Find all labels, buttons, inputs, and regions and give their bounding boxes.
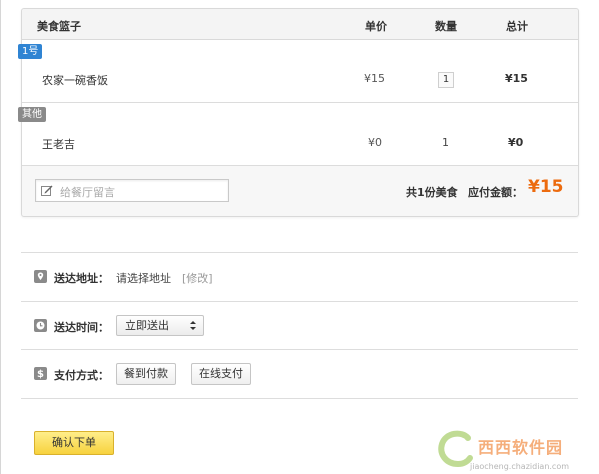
edit-address-link[interactable]: [修改] [182, 270, 213, 286]
dish-price: ¥0 [368, 136, 382, 149]
payment-method-label: 支付方式： [54, 369, 109, 382]
group-tag-1: 1号 [18, 44, 43, 59]
dish-price: ¥15 [364, 72, 385, 85]
basket-header: 美食篮子 单价 数量 总计 [22, 9, 578, 40]
restaurant-note-input[interactable]: 给餐厅留言 [35, 179, 229, 202]
group-tag-other: 其他 [18, 107, 46, 122]
dish-name: 农家一碗香饭 [42, 74, 108, 87]
basket-row-group-2 [22, 103, 578, 166]
pencil-icon [41, 185, 53, 196]
dollar-icon: $ [34, 367, 47, 380]
amount-due-value: ¥15 [528, 177, 564, 197]
item-count: 共1份美食 [406, 186, 458, 199]
divider [21, 398, 578, 399]
delivery-time-label: 送达时间： [54, 321, 109, 334]
svg-text:$: $ [37, 369, 44, 380]
dish-name: 王老吉 [42, 138, 75, 151]
delivery-time-value: 立即送出 [125, 319, 169, 332]
address-value: 请选择地址 [116, 272, 171, 285]
column-header-name: 美食篮子 [37, 20, 81, 33]
column-header-qty: 数量 [435, 20, 457, 33]
column-header-total: 总计 [506, 20, 528, 33]
watermark: 西西软件园 jiaocheng.chazidian.com [430, 428, 599, 474]
left-border [0, 0, 1, 474]
dish-total: ¥0 [508, 136, 524, 149]
location-pin-icon [34, 270, 47, 283]
divider [21, 252, 578, 253]
delivery-time-select[interactable]: 立即送出 [116, 315, 204, 336]
chevron-updown-icon [190, 321, 196, 330]
pay-online-button[interactable]: 在线支付 [191, 363, 251, 385]
address-label: 送达地址： [54, 272, 109, 285]
amount-due-label: 应付金额： [468, 186, 523, 199]
dish-quantity-input[interactable]: 1 [438, 72, 454, 88]
confirm-order-button[interactable]: 确认下单 [34, 431, 114, 455]
dish-quantity: 1 [442, 136, 449, 149]
pay-on-delivery-button[interactable]: 餐到付款 [116, 363, 176, 385]
divider [21, 349, 578, 350]
column-header-price: 单价 [365, 20, 387, 33]
note-placeholder: 给餐厅留言 [60, 186, 115, 199]
divider [21, 301, 578, 302]
clock-icon [34, 319, 47, 332]
watermark-text: 西西软件园 [478, 438, 564, 457]
watermark-url: jiaocheng.chazidian.com [470, 462, 570, 471]
dish-total: ¥15 [505, 72, 528, 85]
